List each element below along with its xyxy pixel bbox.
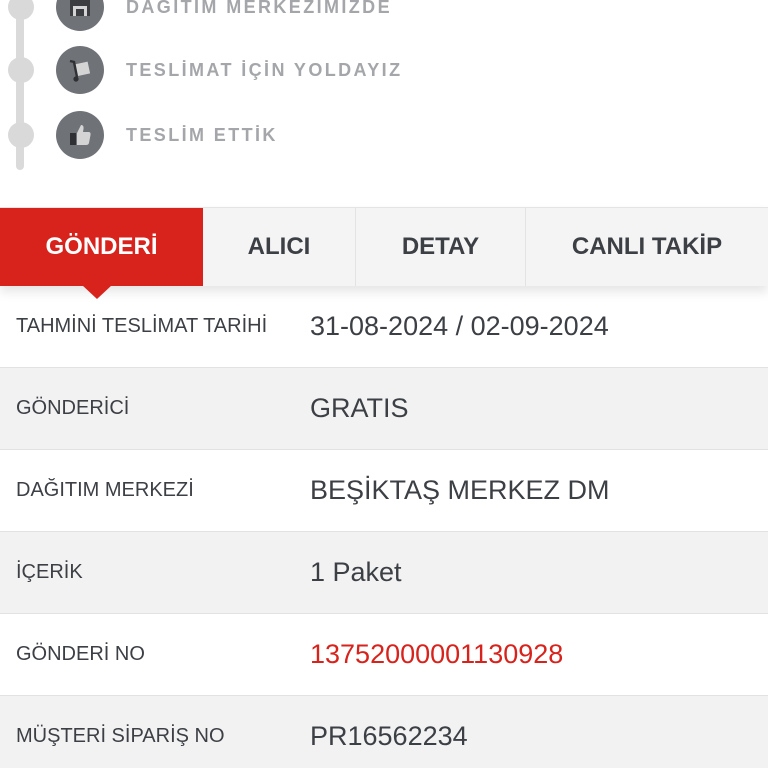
- hand-truck-icon: [56, 46, 104, 94]
- detail-row-distribution-center: DAĞITIM MERKEZİ BEŞİKTAŞ MERKEZ DM: [0, 450, 768, 532]
- detail-row-customer-order-number: MÜŞTERİ SİPARİŞ NO PR16562234: [0, 696, 768, 768]
- detail-label: GÖNDERİ NO: [16, 643, 145, 665]
- shipment-tracking-page: DAĞITIM MERKEZİMİZDE TESLİMAT İÇİN YOLDA…: [0, 0, 768, 768]
- detail-label: MÜŞTERİ SİPARİŞ NO: [16, 725, 225, 747]
- timeline-step-label: DAĞITIM MERKEZİMİZDE: [126, 0, 392, 17]
- timeline-dot: [8, 122, 34, 148]
- detail-row-sender: GÖNDERİCİ GRATIS: [0, 368, 768, 450]
- tab-bar: GÖNDERİ ALICI DETAY CANLI TAKİP: [0, 207, 768, 299]
- timeline-step-distribution-center: DAĞITIM MERKEZİMİZDE: [0, 0, 768, 32]
- thumbs-up-icon: [56, 111, 104, 159]
- detail-row-estimated-delivery: TAHMİNİ TESLİMAT TARİHİ 31-08-2024 / 02-…: [0, 285, 768, 368]
- timeline-step-delivered: TESLİM ETTİK: [0, 110, 768, 160]
- detail-value: 31-08-2024 / 02-09-2024: [310, 310, 609, 341]
- detail-value: PR16562234: [310, 721, 468, 751]
- tab-shipment[interactable]: GÖNDERİ: [0, 208, 203, 286]
- tracking-timeline: DAĞITIM MERKEZİMİZDE TESLİMAT İÇİN YOLDA…: [0, 0, 768, 207]
- detail-value: 1 Paket: [310, 557, 402, 587]
- detail-row-shipment-number: GÖNDERİ NO 13752000001130928: [0, 614, 768, 696]
- detail-label: GÖNDERİCİ: [16, 397, 130, 419]
- timeline-step-on-the-way: TESLİMAT İÇİN YOLDAYIZ: [0, 45, 768, 95]
- shipment-number-value: 13752000001130928: [310, 639, 564, 669]
- shipment-details-table: TAHMİNİ TESLİMAT TARİHİ 31-08-2024 / 02-…: [0, 285, 768, 768]
- detail-row-content: İÇERİK 1 Paket: [0, 532, 768, 614]
- detail-label: İÇERİK: [16, 561, 83, 583]
- tab-detail[interactable]: DETAY: [356, 208, 526, 286]
- timeline-step-label: TESLİMAT İÇİN YOLDAYIZ: [126, 60, 403, 80]
- detail-value: BEŞİKTAŞ MERKEZ DM: [310, 475, 610, 505]
- active-tab-pointer: [82, 285, 112, 299]
- detail-label: TAHMİNİ TESLİMAT TARİHİ: [16, 314, 268, 337]
- timeline-step-label: TESLİM ETTİK: [126, 125, 278, 145]
- detail-value: GRATIS: [310, 393, 409, 423]
- tab-live-tracking[interactable]: CANLI TAKİP: [526, 208, 768, 286]
- warehouse-icon: [56, 0, 104, 31]
- tab-recipient[interactable]: ALICI: [203, 208, 356, 286]
- timeline-dot: [8, 0, 34, 20]
- timeline-dot: [8, 57, 34, 83]
- detail-label: DAĞITIM MERKEZİ: [16, 479, 194, 501]
